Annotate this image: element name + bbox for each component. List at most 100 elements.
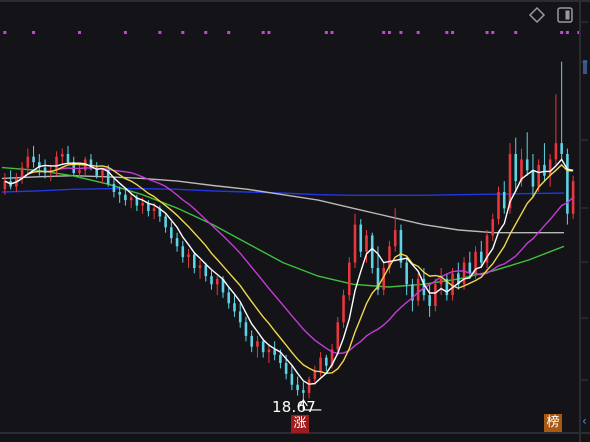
signal-dot (565, 31, 569, 34)
signal-dot (3, 31, 7, 34)
grid-layer (581, 21, 588, 381)
candle-up (152, 208, 156, 211)
candle-up (336, 322, 340, 350)
candle-down (399, 230, 403, 263)
candle-up (416, 278, 420, 301)
signal-dot (451, 31, 455, 34)
candle-up (20, 167, 24, 179)
candle-down (250, 335, 253, 347)
candle-down (32, 156, 35, 163)
ma60-line (1, 166, 565, 288)
signal-dot (32, 31, 36, 34)
candle-down (238, 311, 242, 323)
candle-down (261, 341, 265, 353)
bang-badge[interactable]: 榜 (544, 414, 562, 432)
candle-down (175, 238, 179, 247)
candle-down (279, 354, 282, 363)
candle-down (192, 254, 196, 268)
candle-up (78, 170, 81, 173)
candle-down (210, 276, 213, 285)
candle-up (307, 379, 311, 393)
candle-up (187, 254, 190, 258)
candle-up (537, 164, 540, 187)
signal-dot (382, 31, 386, 34)
candle-down (560, 143, 563, 154)
candle-up (55, 156, 58, 171)
zhang-badge[interactable]: 涨 (291, 415, 309, 433)
candle-down (543, 164, 546, 176)
chevron-left-icon[interactable]: ‹ (582, 415, 590, 427)
signal-dot (324, 31, 328, 34)
candle-up (129, 197, 133, 201)
candle-up (491, 219, 495, 236)
candle-down (531, 170, 535, 187)
candle-down (227, 292, 231, 304)
candle-down (284, 363, 288, 374)
signal-dot (514, 31, 518, 34)
candle-down (118, 192, 121, 195)
candle-down (325, 357, 328, 366)
signal-dot (491, 31, 495, 34)
signal-dot (261, 31, 265, 34)
candle-up (141, 202, 144, 206)
candle-down (204, 265, 208, 277)
candlestick-chart[interactable] (0, 0, 590, 442)
candle-up (434, 284, 437, 306)
candle-up (439, 278, 443, 285)
candle-up (101, 170, 104, 176)
candle-up (365, 235, 368, 252)
candle-down (468, 262, 472, 274)
candle-up (393, 230, 397, 247)
candle-up (215, 278, 219, 285)
candle-down (296, 384, 299, 391)
candle-down (233, 303, 236, 312)
candle-down (181, 246, 185, 258)
candle-up (462, 262, 466, 285)
candle-down (428, 295, 431, 306)
candle-down (66, 154, 70, 163)
candle-down (290, 373, 294, 385)
candle-up (3, 181, 7, 190)
signal-dot (158, 31, 162, 34)
right-edge-marker (583, 60, 587, 74)
candle-down (370, 235, 374, 268)
signal-dot (181, 31, 185, 34)
candle-up (319, 357, 322, 372)
signal-dot (399, 31, 403, 34)
signal-dot (560, 31, 564, 34)
diamond-outline-icon[interactable] (528, 6, 546, 24)
signal-dot (387, 31, 391, 34)
panel-toggle-icon[interactable] (556, 6, 574, 24)
candle-down (405, 262, 408, 285)
candle-down (244, 322, 248, 336)
candle-down (514, 154, 518, 182)
candle-up (313, 371, 317, 380)
signal-dot (77, 31, 81, 34)
signal-dot (267, 31, 271, 34)
candle-up (548, 159, 552, 176)
signal-dot (445, 31, 449, 34)
ma120-line (1, 174, 564, 234)
signal-dot (485, 31, 489, 34)
candle-up (347, 262, 351, 296)
candle-up (256, 341, 259, 347)
candle-up (554, 143, 558, 160)
candle-up (26, 156, 30, 168)
signal-dot-row (3, 31, 581, 34)
candle-up (497, 192, 500, 220)
candle-down (359, 224, 363, 252)
right-axis-divider (579, 0, 581, 442)
signal-dot (204, 31, 208, 34)
candle-down (112, 183, 116, 192)
candle-up (451, 273, 454, 296)
long-moving-averages (1, 166, 565, 288)
candle-down (124, 194, 127, 201)
candle-up (267, 349, 271, 353)
candle-up (342, 295, 345, 323)
candle-up (60, 154, 64, 157)
signal-dot (123, 31, 127, 34)
candle-down (566, 154, 569, 214)
candle-down (164, 216, 167, 228)
candle-down (273, 349, 276, 355)
low-price-label: 18.67 (272, 398, 316, 416)
